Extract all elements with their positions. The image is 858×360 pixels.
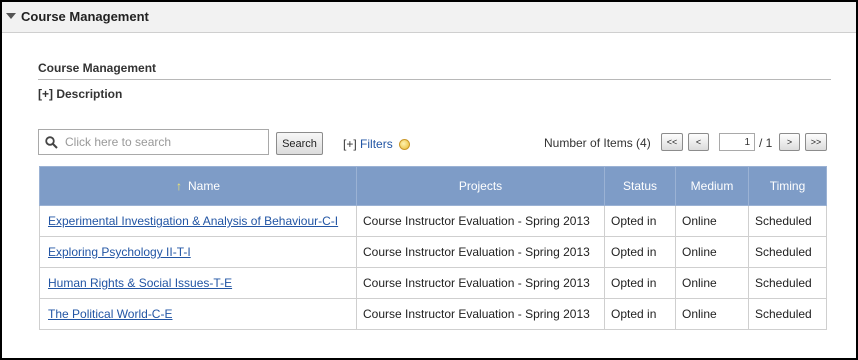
table-header-row: ↑ Name Projects Status Medium Timing bbox=[39, 166, 827, 206]
cell-project: Course Instructor Evaluation - Spring 20… bbox=[356, 298, 605, 330]
table-row: Exploring Psychology II-T-I Course Instr… bbox=[39, 236, 827, 268]
course-link[interactable]: Human Rights & Social Issues-T-E bbox=[46, 276, 232, 290]
filters-link[interactable]: Filters bbox=[360, 137, 393, 151]
page-total: / 1 bbox=[759, 136, 773, 150]
cell-timing: Scheduled bbox=[748, 236, 827, 268]
search-button[interactable]: Search bbox=[276, 132, 323, 155]
last-page-button[interactable]: >> bbox=[805, 133, 827, 151]
column-header-name-label: Name bbox=[187, 179, 220, 193]
table-row: The Political World-C-E Course Instructo… bbox=[39, 298, 827, 330]
panel-header[interactable]: Course Management bbox=[2, 2, 856, 33]
table-row: Experimental Investigation & Analysis of… bbox=[39, 205, 827, 237]
cell-medium: Online bbox=[675, 298, 749, 330]
table-row: Human Rights & Social Issues-T-E Course … bbox=[39, 267, 827, 299]
cell-medium: Online bbox=[675, 236, 749, 268]
filters-bracket: [+] bbox=[343, 137, 357, 151]
cell-status: Opted in bbox=[604, 298, 676, 330]
filters-toggle[interactable]: [+] Filters bbox=[343, 137, 411, 151]
search-icon bbox=[45, 136, 58, 149]
panel-title: Course Management bbox=[21, 9, 149, 24]
course-management-panel: Course Management Course Management [+] … bbox=[0, 0, 858, 360]
section-divider bbox=[38, 79, 831, 80]
search-box[interactable] bbox=[38, 129, 269, 155]
cell-status: Opted in bbox=[604, 205, 676, 237]
collapse-triangle-icon[interactable] bbox=[6, 13, 16, 19]
column-header-status[interactable]: Status bbox=[604, 166, 676, 206]
cell-status: Opted in bbox=[604, 236, 676, 268]
column-header-timing[interactable]: Timing bbox=[748, 166, 827, 206]
course-link[interactable]: Experimental Investigation & Analysis of… bbox=[46, 214, 338, 228]
course-link[interactable]: Exploring Psychology II-T-I bbox=[46, 245, 191, 259]
cell-timing: Scheduled bbox=[748, 298, 827, 330]
course-table: ↑ Name Projects Status Medium Timing Expe… bbox=[39, 166, 827, 330]
sort-ascending-icon: ↑ bbox=[175, 179, 182, 193]
first-page-button[interactable]: << bbox=[661, 133, 683, 151]
column-header-name[interactable]: ↑ Name bbox=[39, 166, 357, 206]
cell-timing: Scheduled bbox=[748, 205, 827, 237]
cell-medium: Online bbox=[675, 267, 749, 299]
cell-project: Course Instructor Evaluation - Spring 20… bbox=[356, 205, 605, 237]
column-header-projects[interactable]: Projects bbox=[356, 166, 605, 206]
cell-medium: Online bbox=[675, 205, 749, 237]
cell-project: Course Instructor Evaluation - Spring 20… bbox=[356, 267, 605, 299]
items-count: Number of Items (4) bbox=[544, 136, 651, 150]
next-page-button[interactable]: > bbox=[779, 133, 800, 151]
column-header-medium[interactable]: Medium bbox=[675, 166, 749, 206]
filter-status-icon bbox=[399, 139, 411, 150]
cell-project: Course Instructor Evaluation - Spring 20… bbox=[356, 236, 605, 268]
description-toggle[interactable]: [+] Description bbox=[38, 87, 122, 101]
prev-page-button[interactable]: < bbox=[688, 133, 709, 151]
course-link[interactable]: The Political World-C-E bbox=[46, 307, 172, 321]
cell-timing: Scheduled bbox=[748, 267, 827, 299]
cell-status: Opted in bbox=[604, 267, 676, 299]
page-number-input[interactable] bbox=[719, 133, 755, 151]
search-input[interactable] bbox=[65, 133, 265, 151]
section-title: Course Management bbox=[38, 61, 157, 75]
